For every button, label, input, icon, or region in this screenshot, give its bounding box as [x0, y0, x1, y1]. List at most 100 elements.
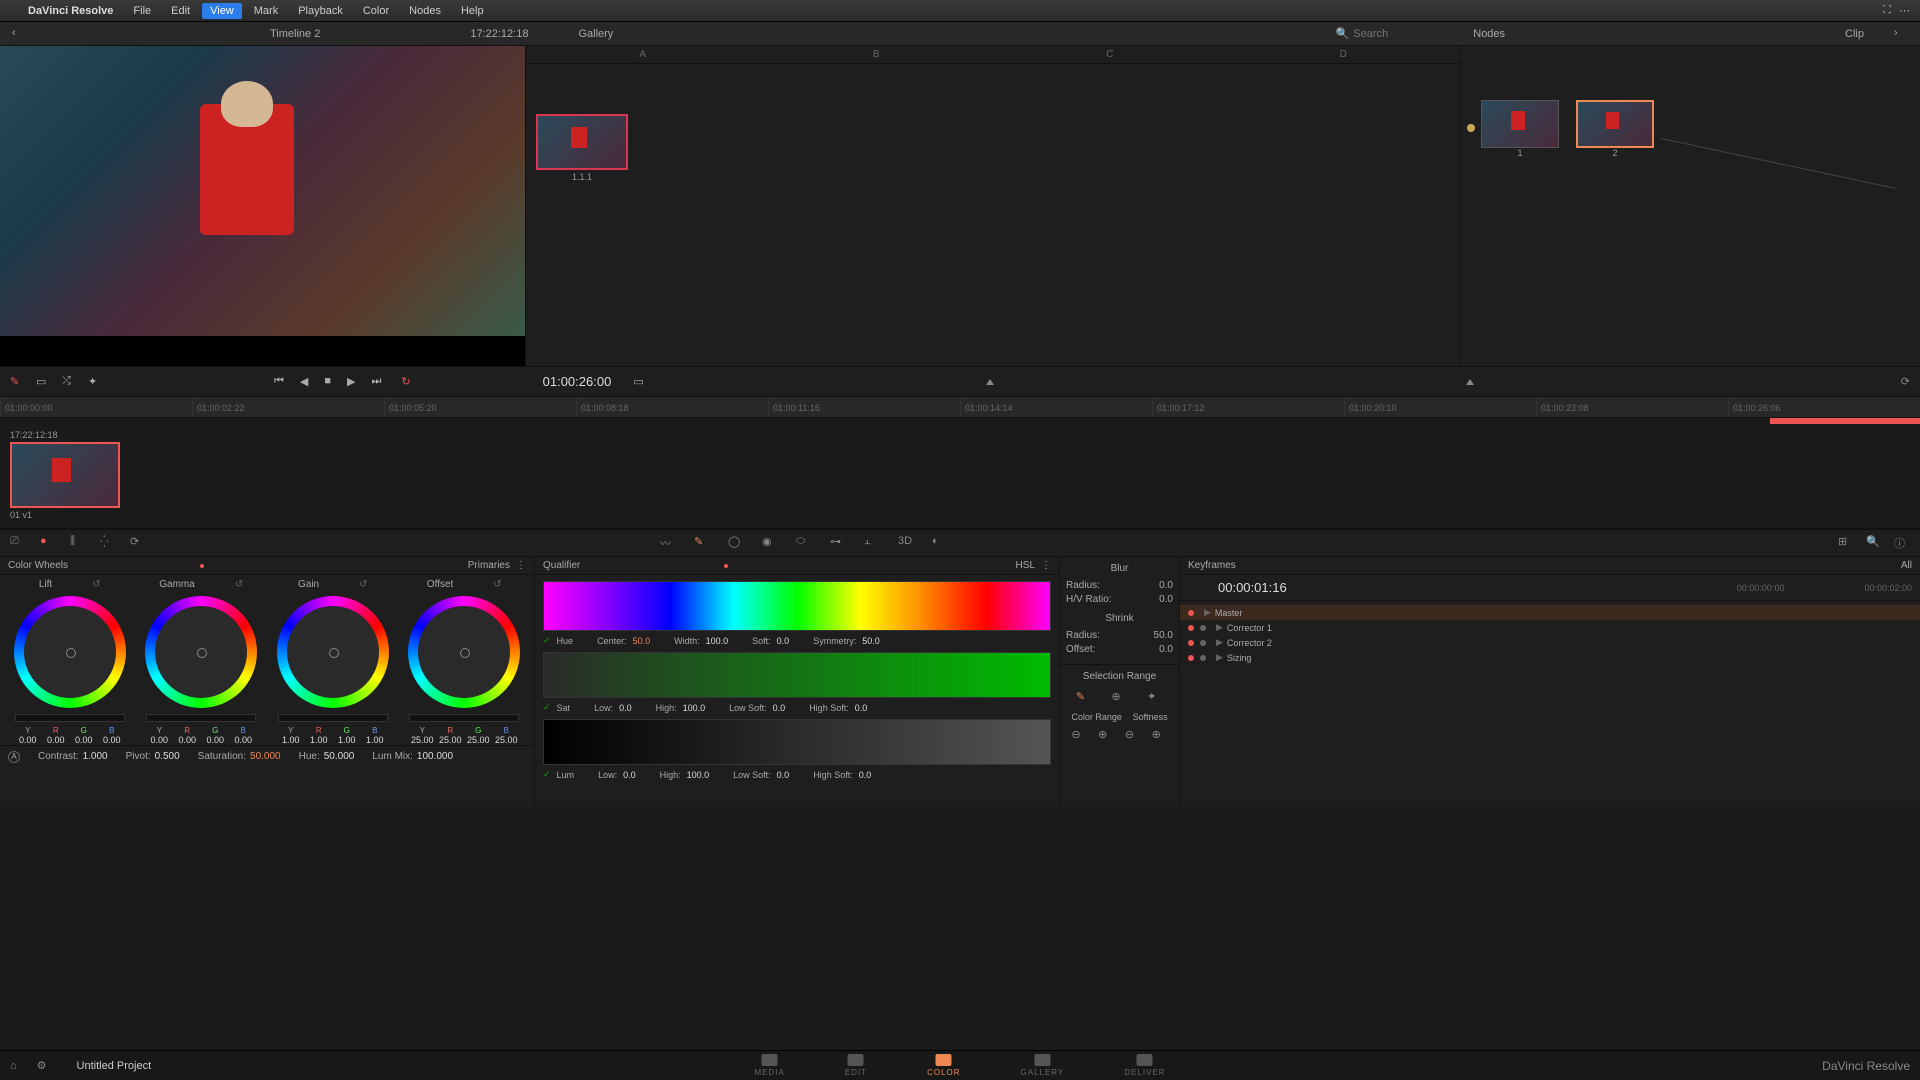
qualifier-mode[interactable]: HSL	[1016, 560, 1035, 571]
hue-checkbox[interactable]: ✓	[543, 635, 551, 646]
range-minus-icon[interactable]: ⊖	[1071, 728, 1087, 744]
lum-low-value[interactable]: 0.0	[623, 770, 636, 780]
qualifier-icon[interactable]: ✎	[694, 535, 710, 551]
play-icon[interactable]: ▶	[347, 375, 355, 388]
reset-icon[interactable]: ↺	[359, 579, 367, 590]
picker-add-icon[interactable]: ⊕	[1111, 690, 1127, 706]
shrink-offset-value[interactable]: 0.0	[1159, 644, 1173, 655]
offset-g-value[interactable]: 25.00	[465, 735, 491, 745]
menu-playback[interactable]: Playback	[290, 3, 351, 19]
kf-dot-icon[interactable]	[1188, 625, 1194, 631]
gain-wheel[interactable]	[277, 596, 389, 708]
sat-high-value[interactable]: 100.0	[683, 703, 706, 713]
mini-timeline[interactable]	[0, 418, 1920, 424]
project-name[interactable]: Untitled Project	[77, 1060, 152, 1072]
clip-segment[interactable]	[1770, 418, 1920, 424]
gallery-col-b[interactable]: B	[760, 46, 994, 63]
grid-icon[interactable]: ⊞	[1838, 535, 1854, 551]
gallery-col-d[interactable]: D	[1227, 46, 1461, 63]
marker-icon[interactable]	[986, 379, 994, 385]
dropdown-icon[interactable]: ⋮	[516, 560, 526, 571]
split-screen-icon[interactable]: ▭	[36, 375, 50, 389]
kf-dot-icon[interactable]	[1188, 610, 1194, 616]
kf-dot-icon[interactable]	[1200, 655, 1206, 661]
menu-mark[interactable]: Mark	[246, 3, 286, 19]
sat-low-value[interactable]: 0.0	[619, 703, 632, 713]
offset-wheel[interactable]	[408, 596, 520, 708]
prev-clip-icon[interactable]: ⏮	[274, 375, 284, 388]
lift-y-value[interactable]: 0.00	[15, 735, 41, 745]
chevron-right-icon[interactable]: ›	[1894, 27, 1908, 41]
keyframes-timecode[interactable]: 00:00:01:16	[1218, 580, 1287, 595]
kf-dot-icon[interactable]	[1200, 625, 1206, 631]
sat-checkbox[interactable]: ✓	[543, 702, 551, 713]
lum-highsoft-value[interactable]: 0.0	[859, 770, 872, 780]
reset-icon[interactable]: ↺	[493, 579, 501, 590]
gamma-wheel[interactable]	[145, 596, 257, 708]
marker-icon[interactable]	[1466, 379, 1474, 385]
next-clip-icon[interactable]: ⏭	[372, 375, 382, 388]
hue-bar[interactable]	[543, 581, 1051, 631]
gamma-g-value[interactable]: 0.00	[202, 735, 228, 745]
lum-high-value[interactable]: 100.0	[687, 770, 710, 780]
shuffle-icon[interactable]: ⤮	[62, 375, 76, 389]
gallery-section-label[interactable]: Gallery	[578, 28, 613, 40]
3d-label[interactable]: 3D	[898, 535, 914, 551]
nav-color[interactable]: COLOR	[927, 1054, 960, 1077]
keyframes-mode[interactable]: All	[1901, 560, 1912, 571]
info-toggle-icon[interactable]: A	[8, 751, 20, 763]
menu-overflow-icon[interactable]: ⋯	[1899, 4, 1910, 17]
gain-g-value[interactable]: 1.00	[334, 735, 360, 745]
timeline-ruler[interactable]: 01:00:00:00 01:00:02:22 01:00:05:20 01:0…	[0, 396, 1920, 418]
blur-radius-value[interactable]: 0.0	[1159, 580, 1173, 591]
kf-dot-icon[interactable]	[1188, 655, 1194, 661]
gamma-y-value[interactable]: 0.00	[146, 735, 172, 745]
offset-r-value[interactable]: 25.00	[437, 735, 463, 745]
folder-icon[interactable]: ▭	[633, 375, 643, 388]
gallery-col-c[interactable]: C	[993, 46, 1227, 63]
offset-b-value[interactable]: 25.00	[493, 735, 519, 745]
kf-track-corrector1[interactable]: Corrector 1	[1227, 623, 1272, 633]
highlight-icon[interactable]: ✦	[88, 375, 102, 389]
home-icon[interactable]: ⌂	[10, 1060, 17, 1072]
contrast-value[interactable]: 1.000	[83, 751, 108, 762]
loop-icon[interactable]: ↻	[401, 375, 410, 388]
hue-soft-value[interactable]: 0.0	[777, 636, 790, 646]
hue-center-value[interactable]: 50.0	[633, 636, 651, 646]
node-input-dot[interactable]	[1467, 124, 1475, 132]
lum-lowsoft-value[interactable]: 0.0	[777, 770, 790, 780]
menu-nodes[interactable]: Nodes	[401, 3, 449, 19]
kf-dot-icon[interactable]	[1188, 640, 1194, 646]
range-plus-icon[interactable]: ⊕	[1098, 728, 1114, 744]
sat-lowsoft-value[interactable]: 0.0	[773, 703, 786, 713]
dropdown-icon[interactable]: ⋮	[1041, 560, 1051, 571]
lum-checkbox[interactable]: ✓	[543, 769, 551, 780]
thumbnail-image[interactable]	[10, 442, 120, 508]
menu-color[interactable]: Color	[355, 3, 397, 19]
step-back-icon[interactable]: ◀	[300, 375, 308, 388]
gamma-b-value[interactable]: 0.00	[230, 735, 256, 745]
kf-track-master[interactable]: Master	[1215, 608, 1243, 618]
reset-icon[interactable]: ↺	[235, 579, 243, 590]
node-1[interactable]: 1	[1481, 100, 1559, 158]
stop-icon[interactable]: ■	[324, 375, 331, 388]
shrink-radius-value[interactable]: 50.0	[1154, 630, 1173, 641]
refresh-icon[interactable]: ⟳	[1901, 375, 1910, 388]
clip-section-label[interactable]: Clip	[1845, 28, 1864, 40]
viewer-image[interactable]	[0, 46, 525, 336]
offset-master-slider[interactable]	[409, 714, 519, 722]
expand-arrow-icon[interactable]: ▶	[1216, 637, 1223, 648]
lift-g-value[interactable]: 0.00	[71, 735, 97, 745]
picker-icon[interactable]: ✎	[1076, 690, 1092, 706]
settings-gear-icon[interactable]: ⚙	[37, 1059, 47, 1072]
expand-arrow-icon[interactable]: ▶	[1216, 652, 1223, 663]
gain-r-value[interactable]: 1.00	[306, 735, 332, 745]
expand-arrow-icon[interactable]: ▶	[1204, 607, 1211, 618]
hue-width-value[interactable]: 100.0	[706, 636, 729, 646]
window-oval-icon[interactable]: ⬭	[796, 535, 812, 551]
app-name[interactable]: DaVinci Resolve	[20, 5, 121, 17]
reset-icon[interactable]: ↺	[92, 579, 100, 590]
gain-b-value[interactable]: 1.00	[362, 735, 388, 745]
record-icon[interactable]: ●	[40, 535, 56, 551]
kf-dot-icon[interactable]	[1200, 640, 1206, 646]
